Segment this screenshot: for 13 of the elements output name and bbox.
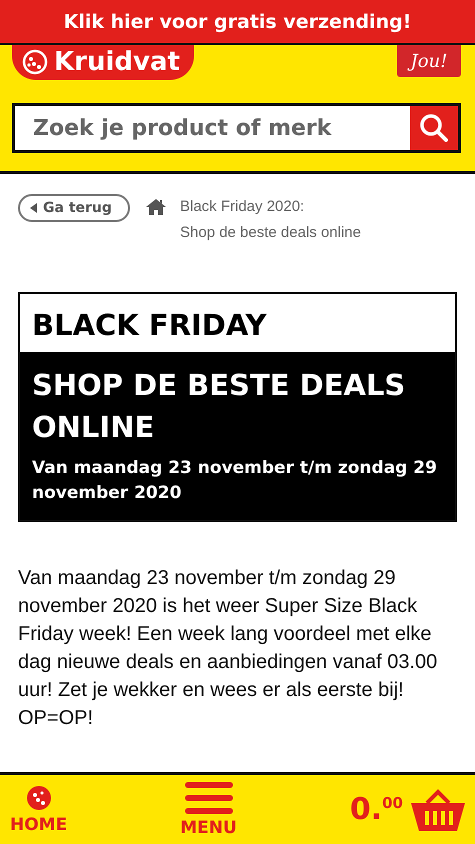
breadcrumb-link[interactable]: Shop de beste deals online [180,220,361,246]
back-button[interactable]: Ga terug [18,194,130,222]
hero-subtitle: SHOP DE BESTE DEALS ONLINE [32,367,406,446]
loyalty-badge[interactable]: Jou! [397,45,461,77]
hero-dates: Van maandag 23 november t/m zondag 29 november 2020 [32,457,438,505]
menu-button[interactable]: MENU [180,782,237,838]
logo-text: Kruidvat [54,46,180,76]
logo[interactable]: Kruidvat [12,45,194,80]
body-text: Van maandag 23 november t/m zondag 29 november 2020 is het weer Super Size Black Friday week! Een week lang voordeel met elke dag nieuwe deals en aanbiedingen vanaf 03.00 uur! Zet je wekker en wees er als eerste bij! OP=OP! [17,566,438,731]
promo-banner[interactable]: Klik hier voor gratis verzending! [0,0,475,45]
home-button[interactable]: HOME [10,784,68,834]
breadcrumb-link[interactable]: Black Friday 2020: [180,194,361,220]
cart-total[interactable]: 0.$^{00}$ [350,792,403,827]
